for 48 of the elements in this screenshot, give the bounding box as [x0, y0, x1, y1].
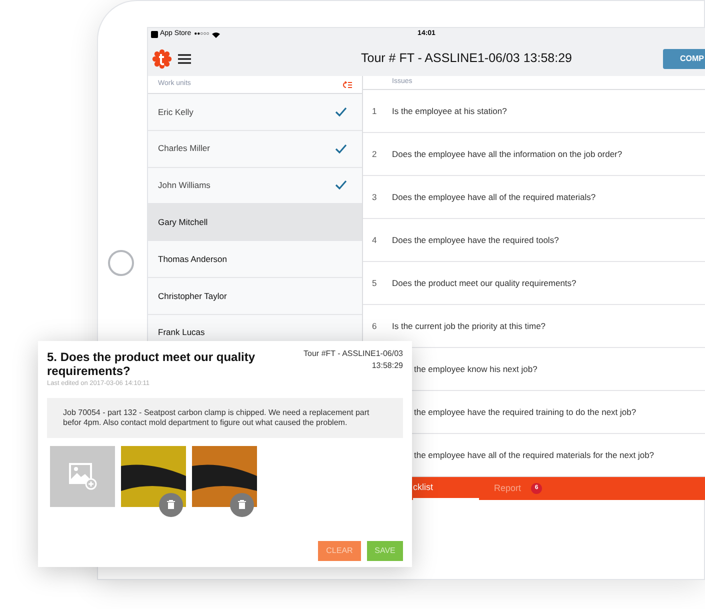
- checkmark-icon: [335, 144, 347, 154]
- work-unit-name: Gary Mitchell: [158, 216, 208, 229]
- issue-text: Does the employee have all the information on the job order?: [392, 148, 622, 160]
- sort-list-icon[interactable]: [342, 80, 352, 88]
- work-unit-row[interactable]: Charles Miller: [148, 130, 362, 168]
- issue-row[interactable]: 1 Is the employee at his station?: [363, 90, 705, 134]
- gear-logo-icon: [152, 48, 172, 68]
- issue-text: the employee know his next job?: [414, 362, 538, 376]
- work-unit-name: Eric Kelly: [158, 106, 194, 118]
- work-unit-name: Charles Miller: [158, 142, 210, 156]
- issue-number: 1: [371, 104, 378, 118]
- issue-row[interactable]: 4 Does the employee have the required tools?: [363, 219, 705, 262]
- add-image-icon: [68, 462, 97, 490]
- trash-icon: [167, 500, 175, 510]
- issue-row[interactable]: 3 Does the employee have all of the required materials?: [363, 176, 705, 220]
- trash-icon: [238, 500, 246, 510]
- work-unit-name: John Williams: [158, 179, 210, 192]
- work-unit-name: Thomas Anderson: [158, 252, 227, 266]
- back-app-icon[interactable]: [151, 31, 158, 38]
- issue-row[interactable]: 2 Does the employee have all the information on the job order?: [363, 133, 705, 176]
- issue-number: 5: [371, 276, 378, 290]
- work-unit-row[interactable]: Thomas Anderson: [148, 241, 362, 278]
- issue-text: the employee have the required training to do the next job?: [414, 406, 636, 418]
- work-unit-row[interactable]: Gary Mitchell: [148, 204, 362, 242]
- work-unit-row[interactable]: Christopher Taylor: [148, 278, 362, 315]
- question-title: 5. Does the product meet our quality requirements?: [47, 350, 256, 378]
- issue-text: Does the product meet our quality requirements?: [392, 276, 576, 290]
- checkmark-icon: [335, 180, 347, 190]
- work-unit-name: Frank Lucas: [158, 326, 205, 340]
- screen-title: Tour # FT - ASSLINE1-06/03 13:58:29: [361, 50, 572, 68]
- work-unit-row[interactable]: Eric Kelly: [148, 94, 362, 131]
- issue-number: 2: [371, 148, 378, 160]
- issue-text: Is the current job the priority at this time?: [392, 320, 546, 332]
- wifi-icon: [212, 32, 220, 38]
- issue-row[interactable]: 5 Does the product meet our quality requirements?: [363, 262, 705, 306]
- issue-number: 4: [371, 234, 378, 246]
- issue-text: Is the employee at his station?: [392, 104, 507, 118]
- issue-text: the employee have all of the required materials for the next job?: [414, 448, 654, 462]
- issue-number: 6: [371, 320, 378, 332]
- issue-number: 3: [371, 190, 378, 204]
- home-button[interactable]: [108, 250, 134, 276]
- issue-text: Does the employee have all of the required materials?: [392, 190, 596, 204]
- issue-text: Does the employee have the required tools?: [392, 234, 559, 246]
- menu-icon[interactable]: [178, 54, 191, 64]
- work-unit-name: Christopher Taylor: [158, 290, 227, 302]
- comment-text: Job 70054 - part 132 - Seatpost carbon clamp is chipped. We need a replacement part befor 4pm. Also contact mold department to figure out what caused the problem.: [47, 398, 403, 438]
- complete-button[interactable]: COMP: [663, 49, 705, 69]
- checkmark-icon: [335, 106, 347, 117]
